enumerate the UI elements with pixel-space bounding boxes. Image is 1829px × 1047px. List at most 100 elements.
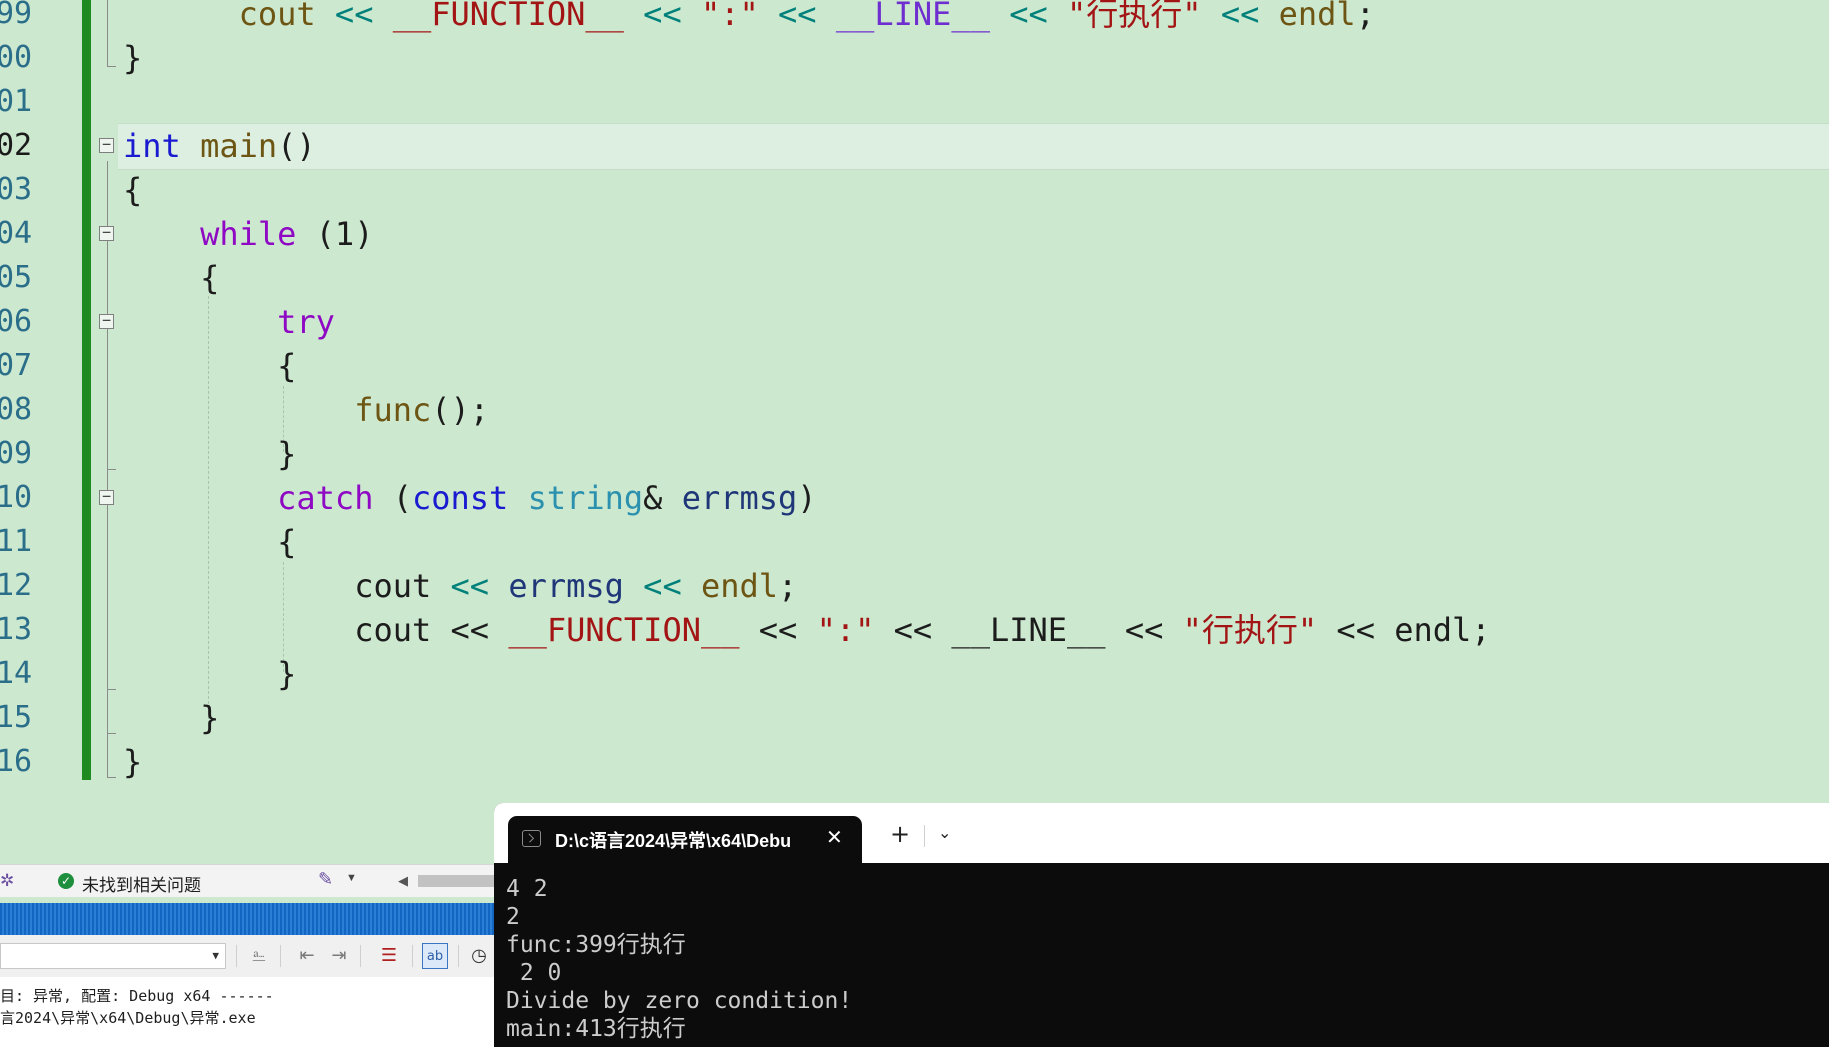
output-toolbar: ▼ ⎁ ⇤ ⇥ ☰ ab ◷	[0, 935, 494, 977]
code-line: 14 }	[0, 652, 1829, 696]
operator-token: <<	[758, 611, 798, 649]
output-line: 言2024\异常\x64\Debug\异常.exe	[0, 1009, 256, 1027]
brace: {	[277, 523, 297, 561]
line-number: 07	[0, 348, 33, 383]
code-line: 07 {	[0, 344, 1829, 388]
operator-token: <<	[643, 0, 682, 33]
function-name: main	[200, 127, 278, 165]
chevron-down-icon[interactable]: ▼	[212, 949, 219, 962]
line-number: 05	[0, 260, 33, 295]
brace: {	[123, 171, 143, 209]
terminal-tab[interactable]: D:\c语言2024\异常\x64\Debu ✕	[508, 816, 862, 863]
toolbar-divider	[360, 945, 361, 967]
macro-token: __LINE__	[951, 611, 1106, 649]
brace: }	[123, 39, 143, 77]
endl-token: endl	[700, 567, 779, 605]
code-editor[interactable]: 99 cout << __FUNCTION__ << ":" << __LINE…	[0, 0, 1829, 800]
check-circle-icon: ✓	[58, 873, 74, 889]
terminal-window[interactable]: D:\c语言2024\异常\x64\Debu ✕ + ⌄ 4 2 2 func:…	[494, 803, 1829, 1047]
operator-token: <<	[1009, 0, 1048, 33]
cout-token: cout	[238, 0, 316, 33]
toolbar-divider	[280, 945, 281, 967]
macro-token: __FUNCTION__	[392, 0, 624, 33]
function-call: func	[354, 391, 432, 429]
chevron-down-icon[interactable]: ▼	[346, 872, 357, 884]
endl-token: endl	[1394, 611, 1472, 649]
code-line: 12 cout << errmsg << endl;	[0, 564, 1829, 608]
string-literal: ":"	[816, 611, 875, 649]
clock-icon[interactable]: ◷	[466, 943, 492, 969]
operator-token: <<	[450, 567, 490, 605]
collapse-toggle-icon[interactable]: −	[99, 489, 114, 505]
line-number: 14	[0, 656, 33, 691]
code-line: 16 }	[0, 740, 1829, 784]
macro-token: __LINE__	[835, 0, 990, 33]
code-line: 00 }	[0, 36, 1829, 80]
collapse-toggle-icon[interactable]: −	[99, 313, 114, 329]
line-number: 12	[0, 568, 33, 603]
line-number-active: 02	[0, 128, 33, 163]
variable-name: errmsg	[508, 567, 624, 605]
copilot-icon[interactable]: ✲	[0, 871, 14, 891]
titlebar-divider	[924, 825, 925, 847]
code-line: 09 }	[0, 432, 1829, 476]
terminal-line: main:413行执行	[506, 1016, 686, 1042]
new-tab-button[interactable]: +	[890, 822, 910, 846]
code-line-active: 02 − int main()	[0, 124, 1829, 168]
code-line: 08 func();	[0, 388, 1829, 432]
code-line: 13 cout << __FUNCTION__ << ":" << __LINE…	[0, 608, 1829, 652]
build-output-panel[interactable]: 目: 异常, 配置: Debug x64 ------ 言2024\异常\x64…	[0, 977, 494, 1047]
collapse-toggle-icon[interactable]: −	[99, 225, 114, 241]
output-line: 目: 异常, 配置: Debug x64 ------	[0, 987, 274, 1005]
collapse-toggle-icon[interactable]: −	[99, 137, 114, 153]
operator-token: <<	[1220, 0, 1260, 33]
keyword-int: int	[123, 127, 181, 165]
code-line: 99 cout << __FUNCTION__ << ":" << __LINE…	[0, 0, 1829, 36]
horizontal-scrollbar[interactable]	[418, 875, 494, 887]
word-wrap-toggle-icon[interactable]: ab	[422, 943, 448, 969]
close-icon[interactable]: ✕	[826, 825, 843, 849]
chevron-down-icon[interactable]: ⌄	[938, 823, 951, 842]
previous-message-icon[interactable]: ⇤	[294, 943, 320, 969]
clear-all-icon[interactable]: ☰	[376, 943, 402, 969]
operator-token: <<	[1336, 611, 1375, 649]
line-number: 09	[0, 436, 33, 471]
scroll-left-icon[interactable]: ◀	[398, 873, 408, 889]
operator-token: <<	[893, 611, 933, 649]
output-source-select[interactable]: ▼	[0, 943, 226, 969]
cout-token: cout	[354, 611, 432, 649]
keyword-while: while	[200, 215, 297, 253]
issues-status-text[interactable]: 未找到相关问题	[82, 871, 201, 896]
endl-token: endl	[1278, 0, 1356, 33]
string-literal: "行执行"	[1182, 611, 1318, 649]
operator-token: <<	[334, 0, 374, 33]
brace: }	[200, 699, 220, 737]
operator-token: <<	[778, 0, 817, 33]
output-panel-titlebar	[0, 903, 494, 935]
code-line: 05 {	[0, 256, 1829, 300]
toolbar-divider	[412, 945, 413, 967]
code-line: 10 − catch (const string& errmsg)	[0, 476, 1829, 520]
terminal-line: func:399行执行	[506, 932, 686, 958]
find-message-icon[interactable]: ⎁	[246, 943, 272, 969]
terminal-tab-title: D:\c语言2024\异常\x64\Debu	[555, 831, 792, 851]
brace: {	[200, 259, 220, 297]
terminal-line: 4 2	[506, 876, 548, 902]
line-number: 01	[0, 84, 33, 119]
line-number: 99	[0, 0, 33, 31]
code-line: 15 }	[0, 696, 1829, 740]
brace: }	[277, 435, 297, 473]
code-cleanup-icon[interactable]: ✎	[318, 869, 333, 890]
code-line: 06 − try	[0, 300, 1829, 344]
next-message-icon[interactable]: ⇥	[326, 943, 352, 969]
code-line: 03 {	[0, 168, 1829, 212]
keyword-const: const	[411, 479, 509, 517]
cout-token: cout	[354, 567, 432, 605]
terminal-line: 2 0	[506, 960, 562, 986]
terminal-line: Divide by zero condition!	[506, 988, 853, 1014]
editor-status-bar: ✲ ✓ 未找到相关问题 ✎ ▼ ◀	[0, 864, 494, 897]
line-number: 04	[0, 216, 33, 251]
toolbar-divider	[458, 945, 459, 967]
operator-token: <<	[1124, 611, 1164, 649]
keyword-try: try	[277, 303, 335, 341]
